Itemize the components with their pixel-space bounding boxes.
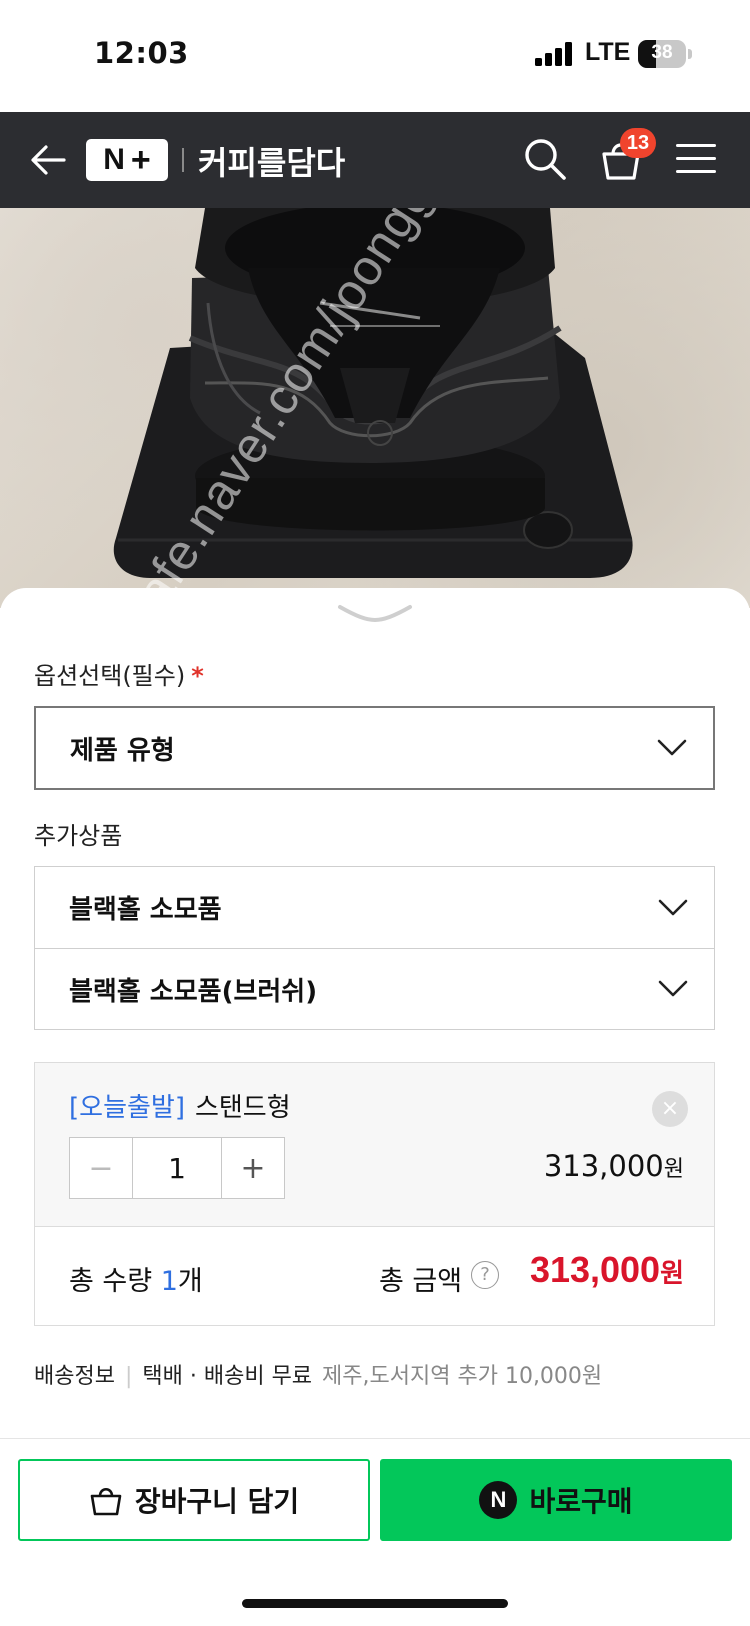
- item-price-value: 313,000: [543, 1149, 664, 1183]
- option-label: 옵션선택(필수) *: [34, 656, 204, 691]
- total-amount-label: 총 금액: [379, 1266, 463, 1297]
- required-mark: *: [191, 662, 204, 690]
- sheet-collapse-chevron-icon[interactable]: [336, 602, 414, 624]
- buy-now-button[interactable]: N 바로구매: [380, 1459, 732, 1541]
- product-type-select-value: 제품 유형: [70, 735, 175, 766]
- today-shipping-tag: [오늘출발]: [69, 1093, 185, 1123]
- purchase-action-bar: 장바구니 담기 N 바로구매: [0, 1438, 750, 1626]
- addon-select-group: 블랙홀 소모품 블랙홀 소모품(브러쉬): [34, 866, 715, 1030]
- help-question-icon[interactable]: ?: [471, 1261, 499, 1289]
- cart-count-badge: 13: [620, 128, 656, 158]
- selected-item-detail: [오늘출발] 스탠드형 × − 1 + 313,000원: [35, 1063, 714, 1227]
- store-name[interactable]: 커피를담다: [198, 138, 345, 184]
- logo-plus: +: [130, 141, 151, 179]
- total-quantity: 총 수량 1개: [69, 1259, 203, 1298]
- battery-cap: [688, 49, 692, 59]
- shopping-bag-icon: [90, 1487, 122, 1516]
- addon-label: 추가상품: [34, 822, 123, 850]
- total-amount-unit: 원: [660, 1259, 684, 1289]
- addon-select-consumables[interactable]: 블랙홀 소모품: [35, 867, 714, 948]
- shipping-method: 택배 · 배송비 무료: [142, 1364, 313, 1389]
- top-navbar: N + 커피를담다 13: [0, 112, 750, 208]
- battery-icon: 38: [638, 40, 686, 68]
- chevron-down-icon: [658, 899, 688, 915]
- quantity-value[interactable]: 1: [132, 1138, 222, 1198]
- signal-icon: [535, 42, 573, 66]
- add-to-cart-label: 장바구니 담기: [134, 1485, 300, 1518]
- home-indicator[interactable]: [242, 1599, 508, 1608]
- addon-select-brush[interactable]: 블랙홀 소모품(브러쉬): [35, 948, 714, 1029]
- addon-select-label: 블랙홀 소모품: [69, 895, 222, 925]
- item-price-unit: 원: [663, 1157, 684, 1182]
- naver-plus-logo[interactable]: N +: [86, 139, 168, 181]
- product-type-select[interactable]: 제품 유형: [34, 706, 715, 790]
- logo-n: N: [103, 143, 125, 176]
- quantity-stepper: − 1 +: [69, 1137, 285, 1199]
- quantity-decrease-button[interactable]: −: [70, 1138, 132, 1198]
- total-quantity-value: 1: [160, 1266, 178, 1297]
- buy-now-label: 바로구매: [529, 1485, 633, 1518]
- naver-pay-icon: N: [479, 1481, 518, 1519]
- product-image[interactable]: cafe.naver.com/joonggonara: [0, 208, 750, 608]
- total-quantity-unit: 개: [177, 1266, 203, 1297]
- hamburger-menu-icon[interactable]: [676, 142, 718, 176]
- chevron-down-icon: [657, 739, 687, 756]
- total-summary: 총 수량 1개 총 금액 ? 313,000원: [35, 1227, 714, 1325]
- selected-item-title: 스탠드형: [194, 1093, 291, 1123]
- shipping-extra-fee: 제주,도서지역 추가 10,000원: [322, 1364, 603, 1389]
- status-bar: 12:03 LTE 38: [0, 0, 750, 112]
- total-amount-value: 313,000: [529, 1249, 661, 1290]
- total-quantity-label: 총 수량: [69, 1266, 153, 1297]
- chevron-down-icon: [658, 980, 688, 997]
- shipping-info: 배송정보 | 택배 · 배송비 무료 제주,도서지역 추가 10,000원: [34, 1358, 602, 1390]
- nav-divider: [182, 148, 184, 172]
- shipping-label: 배송정보: [34, 1364, 115, 1389]
- back-arrow-icon[interactable]: [26, 138, 70, 182]
- quantity-increase-button[interactable]: +: [222, 1138, 284, 1198]
- remove-item-button[interactable]: ×: [652, 1091, 688, 1127]
- add-to-cart-button[interactable]: 장바구니 담기: [18, 1459, 370, 1541]
- battery-level: 38: [651, 42, 673, 63]
- addon-select-label: 블랙홀 소모품(브러쉬): [69, 976, 318, 1007]
- item-price: 313,000원: [544, 1149, 684, 1183]
- option-label-text: 옵션선택(필수): [34, 662, 186, 690]
- selected-item-name: [오늘출발] 스탠드형: [69, 1087, 291, 1124]
- selected-item-card: [오늘출발] 스탠드형 × − 1 + 313,000원 총 수량 1개 총 금액…: [34, 1062, 715, 1326]
- search-icon[interactable]: [522, 136, 568, 182]
- total-amount: 313,000원: [530, 1249, 684, 1291]
- status-time: 12:03: [94, 36, 189, 70]
- shipping-separator: |: [124, 1364, 133, 1389]
- network-label: LTE: [585, 38, 631, 66]
